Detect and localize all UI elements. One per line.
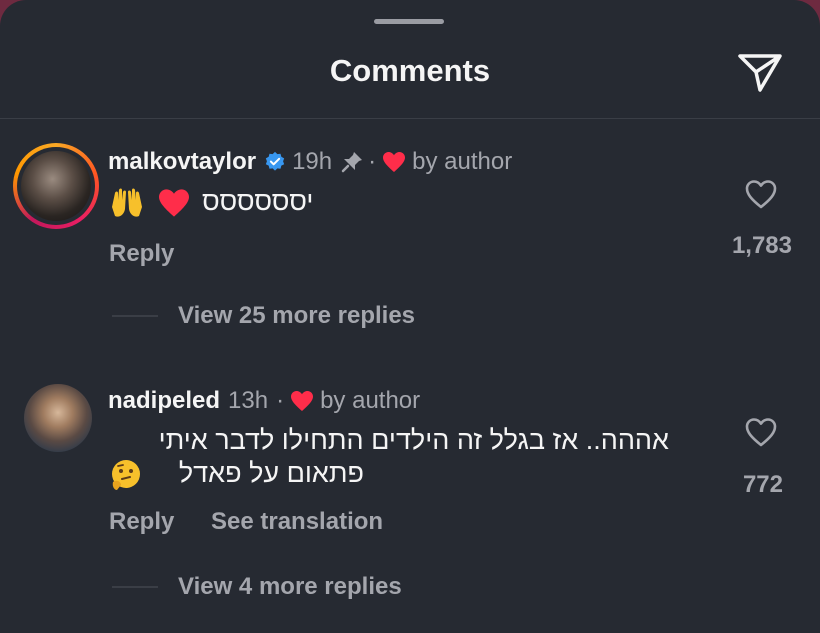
header-divider (0, 118, 820, 119)
heart-icon (291, 391, 314, 411)
pin-icon (341, 152, 363, 173)
comment-body-line1: אההה.. אז בגלל זה הילדים התחילו לדבר אית… (158, 425, 669, 455)
comment-body-line2: פתאום על פאדל (178, 458, 364, 488)
view-replies-button[interactable]: View 25 more replies (178, 302, 415, 330)
username[interactable]: nadipeled (108, 387, 220, 415)
username[interactable]: malkovtaylor (108, 148, 256, 176)
avatar[interactable] (24, 384, 92, 452)
author-badge: by author (412, 148, 513, 175)
reply-button[interactable]: Reply (109, 240, 174, 268)
raising-hands-emoji-icon (112, 188, 142, 217)
comment-meta: malkovtaylor 19h · by author (108, 148, 512, 176)
replies-divider (112, 315, 158, 317)
heart-icon (383, 152, 406, 172)
page-title: Comments (329, 53, 491, 88)
avatar[interactable] (13, 143, 99, 229)
comment-text: יסססססס (109, 186, 313, 219)
comment-body-line2-wrap: פתאום על פאדל (109, 458, 364, 490)
separator-dot: · (276, 387, 285, 414)
comment-time: 19h (292, 148, 333, 175)
comment-meta: nadipeled 13h · by author (108, 387, 420, 415)
share-icon[interactable] (736, 50, 784, 94)
see-translation-button[interactable]: See translation (211, 508, 383, 536)
comment-body: יסססססס (202, 186, 314, 216)
comment-time: 13h (228, 387, 269, 414)
thinking-face-emoji-icon (112, 460, 140, 490)
view-replies-button[interactable]: View 4 more replies (178, 573, 402, 601)
avatar-photo (21, 151, 91, 221)
red-heart-emoji-icon (158, 189, 189, 217)
like-count: 772 (742, 471, 783, 498)
like-heart-outline-icon[interactable] (744, 178, 778, 210)
like-count: 1,783 (731, 232, 792, 259)
drag-handle[interactable] (374, 19, 444, 24)
author-badge: by author (320, 387, 421, 414)
separator-dot: · (368, 148, 377, 175)
verified-badge-icon (265, 151, 285, 171)
comments-sheet: Comments malkovtaylor 19h · by author יס… (0, 0, 820, 633)
replies-divider (112, 586, 158, 588)
reply-button[interactable]: Reply (109, 508, 174, 536)
like-heart-outline-icon[interactable] (744, 416, 778, 448)
